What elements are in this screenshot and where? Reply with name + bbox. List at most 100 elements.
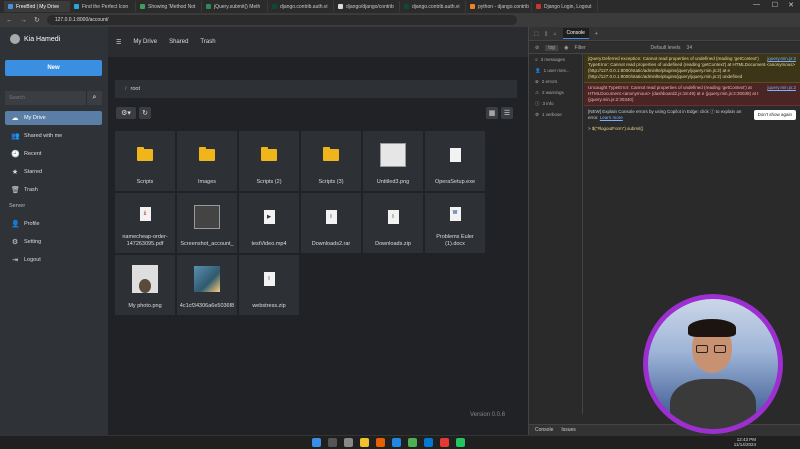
sidebar-item-starred[interactable]: ★ Starred xyxy=(5,165,102,179)
favicon-icon xyxy=(404,4,409,9)
file-card[interactable]: ⁞ Downloads.zip xyxy=(363,193,423,253)
browser-tab[interactable]: Showing 'Method Not xyxy=(136,1,202,12)
sidebar-item-label: Setting xyxy=(24,239,42,245)
clock-date: 11/14/2024 xyxy=(733,442,756,447)
tab-console[interactable]: Console xyxy=(562,28,589,39)
error-source-link[interactable]: jquery.min.js:2 xyxy=(767,85,796,91)
console-filter-item[interactable]: ⚙ 1 verbose xyxy=(529,109,582,120)
file-card[interactable]: OperaSetup.exe xyxy=(425,131,485,191)
url-field[interactable]: 127.0.0.1:8000/account/ xyxy=(46,15,517,25)
menu-icon[interactable]: ☰ xyxy=(116,39,121,46)
nav-link-my-drive[interactable]: My Drive xyxy=(133,39,157,45)
nav-link-trash[interactable]: Trash xyxy=(200,39,215,45)
file-card[interactable]: Scripts xyxy=(115,131,175,191)
browser-tab[interactable]: django.contrib.auth.vi xyxy=(268,1,334,12)
inspect-icon[interactable]: ⬚ xyxy=(534,31,539,37)
favicon-icon xyxy=(206,4,211,9)
search-icon[interactable]: ⌕ xyxy=(86,91,102,105)
list-view-icon[interactable]: ☰ xyxy=(501,107,513,119)
file-explorer-icon[interactable] xyxy=(360,438,369,447)
drawer-tab-console[interactable]: Console xyxy=(535,427,553,433)
console-filter-item[interactable]: ⓘ 3 info xyxy=(529,98,582,109)
device-icon[interactable]: ▯ xyxy=(545,31,548,37)
chrome-icon[interactable] xyxy=(408,438,417,447)
vscode-icon[interactable] xyxy=(424,438,433,447)
breadcrumb-separator: / xyxy=(125,86,127,92)
sidebar-item-my-drive[interactable]: ☁ My Drive xyxy=(5,111,102,125)
app-icon[interactable] xyxy=(440,438,449,447)
sidebar-item-shared-with-me[interactable]: 👥 Shared with me xyxy=(5,129,102,143)
browser-tab[interactable]: jQuery.submit() Meth xyxy=(202,1,268,12)
windows-start-icon[interactable] xyxy=(312,438,321,447)
browser-tab[interactable]: django/django/contrib xyxy=(334,1,400,12)
console-filter-label: 3 info xyxy=(542,101,554,106)
file-card[interactable]: Scripts (2) xyxy=(239,131,299,191)
grid-view-icon[interactable]: ▦ xyxy=(486,107,498,119)
task-view-icon[interactable] xyxy=(344,438,353,447)
file-name: My photo.png xyxy=(128,303,162,309)
sidebar-item-trash[interactable]: 🗑 Trash xyxy=(5,183,102,197)
file-card[interactable]: Scripts (3) xyxy=(301,131,361,191)
file-card[interactable]: W Problems Euler (1).docx xyxy=(425,193,485,253)
file-card[interactable]: ⁞ webstress.zip xyxy=(239,255,299,315)
minimize-icon[interactable]: — xyxy=(753,1,760,8)
drawer-tab-issues[interactable]: Issues xyxy=(561,427,575,433)
browser-tab[interactable]: python - django.contrib xyxy=(466,1,532,12)
settings-dropdown-icon[interactable]: ⚙▾ xyxy=(116,107,136,119)
sidebar-item-setting[interactable]: ⚙ Setting xyxy=(5,235,102,249)
reload-icon[interactable]: ↻ xyxy=(34,16,40,24)
user-messages-icon: 👤 xyxy=(535,67,541,73)
dont-show-again-button[interactable]: Don't show again xyxy=(753,110,796,120)
browser-tab[interactable]: FreeBird | My Drive xyxy=(4,1,70,12)
browser-tab[interactable]: Find the Perfect Icon xyxy=(70,1,136,12)
console-prompt[interactable]: > $("#logoutForm").submit() xyxy=(584,124,800,134)
firefox-icon[interactable] xyxy=(376,438,385,447)
search-taskbar-icon[interactable] xyxy=(328,438,337,447)
console-filter-item[interactable]: 👤 1 user mes... xyxy=(529,65,582,76)
close-window-icon[interactable]: ✕ xyxy=(788,1,794,9)
file-card[interactable]: Images xyxy=(177,131,237,191)
levels-dropdown[interactable]: Default levels xyxy=(651,45,681,51)
file-thumbnail: ⤓ xyxy=(115,193,175,234)
sidebar-item-logout[interactable]: ⇥ Logout xyxy=(5,253,102,267)
browser-tab[interactable]: django.contrib.auth.vi xyxy=(400,1,466,12)
sidebar-item-recent[interactable]: 🕘 Recent xyxy=(5,147,102,161)
new-button[interactable]: New xyxy=(5,60,102,76)
taskbar: 12:43 PM 11/14/2024 xyxy=(0,435,800,449)
file-name: Scripts (2) xyxy=(256,179,282,185)
file-card[interactable]: Untitled3.png xyxy=(363,131,423,191)
context-select[interactable]: top xyxy=(545,44,559,51)
browser-tab[interactable]: Django Login, Logout xyxy=(532,1,598,12)
search-input[interactable] xyxy=(5,91,86,105)
clock-icon: 🕘 xyxy=(11,151,20,158)
add-tab-icon[interactable]: + xyxy=(595,31,598,37)
back-icon[interactable]: ← xyxy=(6,17,13,24)
file-card[interactable]: 4c1cf34306a6e5036f8 xyxy=(177,255,237,315)
filter-input[interactable]: Filter xyxy=(575,45,645,51)
browser-tab-label: django.contrib.auth.vi xyxy=(280,3,328,10)
file-card[interactable]: My photo.png xyxy=(115,255,175,315)
home-icon[interactable]: ⌂ xyxy=(554,31,557,37)
console-filter-item[interactable]: ⊗ 2 errors xyxy=(529,76,582,87)
edge-icon[interactable] xyxy=(392,438,401,447)
refresh-icon[interactable]: ↻ xyxy=(139,107,151,119)
taskbar-clock[interactable]: 12:43 PM 11/14/2024 xyxy=(734,437,756,447)
eye-icon[interactable]: ◉ xyxy=(564,45,568,51)
console-filter-item[interactable]: ≡ 3 messages xyxy=(529,54,582,65)
clear-console-icon[interactable]: ⊘ xyxy=(535,45,539,51)
maximize-icon[interactable]: ☐ xyxy=(772,1,778,9)
file-card[interactable]: ⁞ Downloads2.rar xyxy=(301,193,361,253)
breadcrumb-current[interactable]: root xyxy=(131,86,140,92)
file-card[interactable]: ⤓ namecheap-order-147263095.pdf xyxy=(115,193,175,253)
issues-count[interactable]: 34 xyxy=(687,45,693,51)
nav-link-shared[interactable]: Shared xyxy=(169,39,188,45)
file-thumbnail: W xyxy=(425,193,485,234)
learn-more-link[interactable]: Learn more xyxy=(600,115,623,120)
sidebar-item-profile[interactable]: 👤 Profile xyxy=(5,217,102,231)
favicon-icon xyxy=(272,4,277,9)
console-filter-item[interactable]: ⚠ 2 warnings xyxy=(529,87,582,98)
file-card[interactable]: Screenshot_account_ xyxy=(177,193,237,253)
forward-icon[interactable]: → xyxy=(20,17,27,24)
file-card[interactable]: ▶ testVideo.mp4 xyxy=(239,193,299,253)
pycharm-icon[interactable] xyxy=(456,438,465,447)
